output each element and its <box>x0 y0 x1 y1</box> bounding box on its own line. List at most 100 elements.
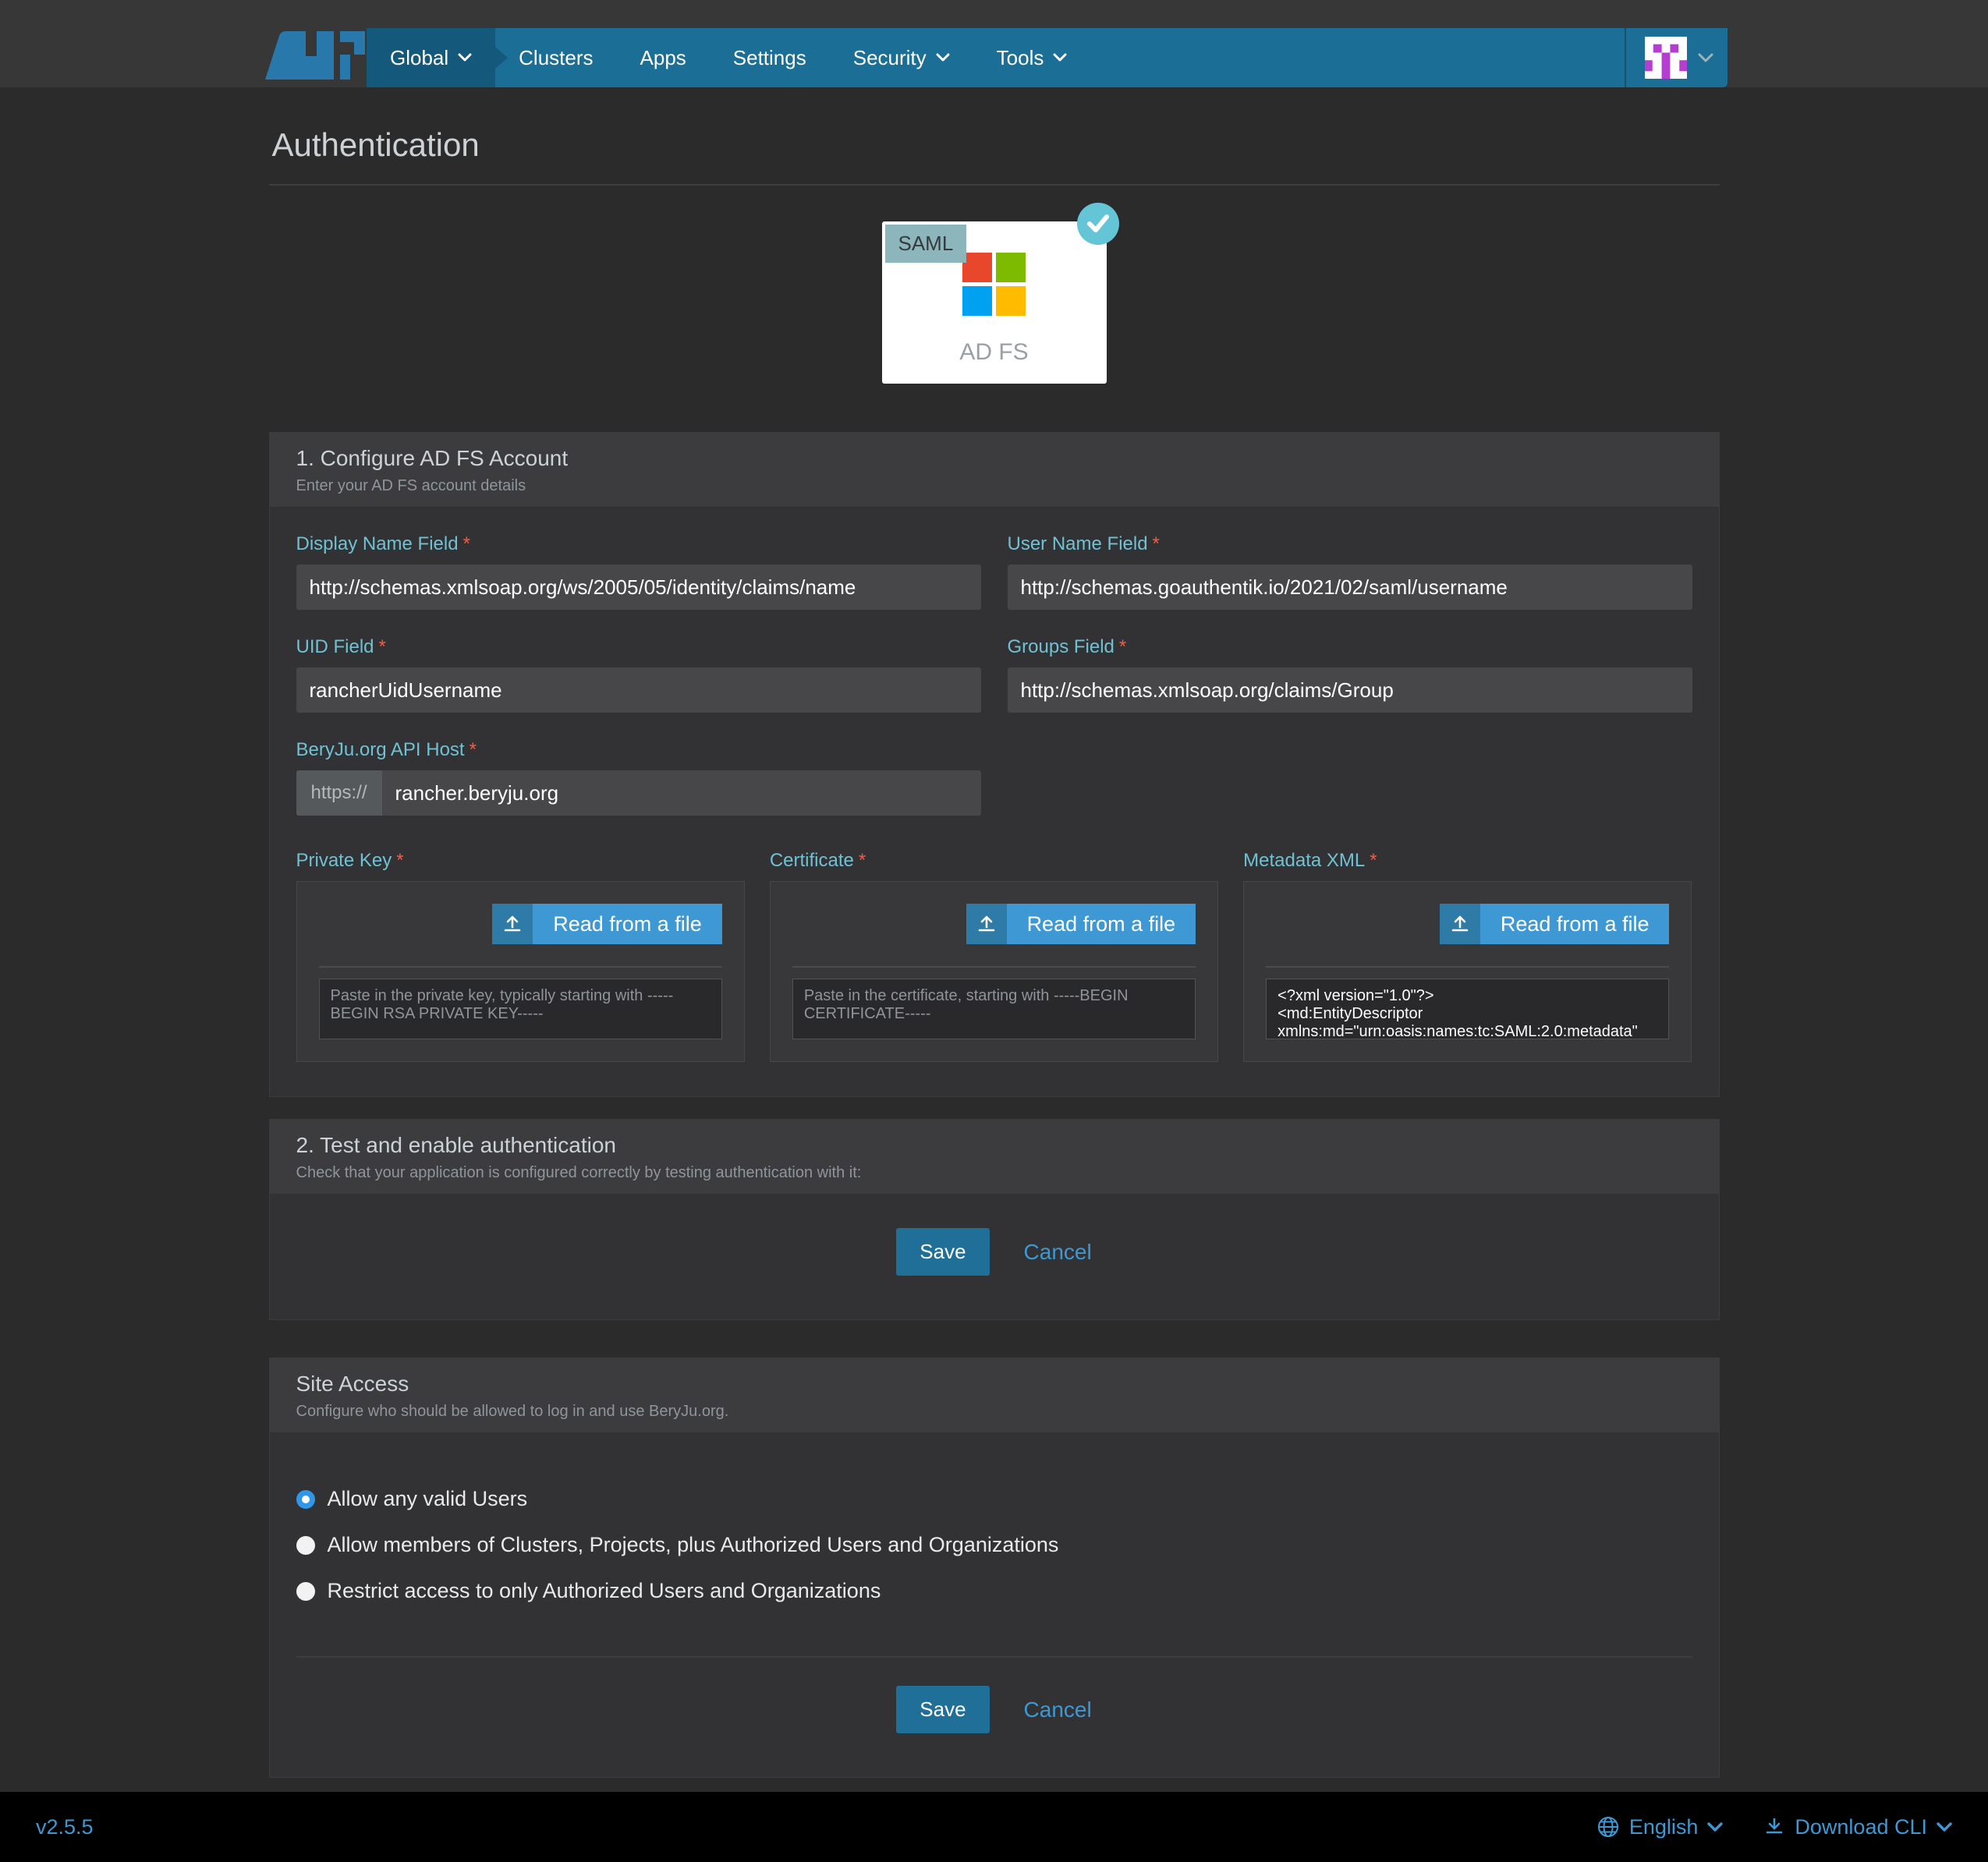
main-navbar: Global Clusters Apps Settings Security T… <box>367 28 1728 87</box>
form-row-2: UID Field* Groups Field* <box>296 636 1692 713</box>
language-label: English <box>1629 1815 1699 1839</box>
upload-icon <box>966 904 1007 944</box>
rancher-logo-icon[interactable] <box>262 28 379 84</box>
save-button[interactable]: Save <box>896 1686 989 1733</box>
radio-label: Restrict access to only Authorized Users… <box>328 1579 881 1603</box>
metadata-xml-box: Read from a file <?xml version="1.0"?> <… <box>1243 881 1692 1062</box>
section-configure-panel: 1. Configure AD FS Account Enter your AD… <box>269 432 1720 1097</box>
radio-label: Allow members of Clusters, Projects, plu… <box>328 1533 1059 1557</box>
section-test-header: 2. Test and enable authentication Check … <box>270 1120 1719 1194</box>
download-icon <box>1763 1816 1785 1838</box>
required-marker: * <box>1370 850 1377 871</box>
certificate-textarea[interactable] <box>792 979 1196 1039</box>
user-menu[interactable] <box>1625 28 1728 87</box>
ms-square-red <box>962 253 992 282</box>
nav-item-label: Settings <box>733 46 806 70</box>
section-subtitle: Configure who should be allowed to log i… <box>296 1403 1692 1421</box>
site-access-body: Allow any valid Users Allow members of C… <box>270 1432 1719 1658</box>
radio-allow-any-valid-users[interactable]: Allow any valid Users <box>296 1487 1692 1511</box>
cancel-link[interactable]: Cancel <box>1024 1697 1092 1722</box>
protocol-prefix-addon: https:// <box>296 770 382 816</box>
radio-allow-members-clusters-projects[interactable]: Allow members of Clusters, Projects, plu… <box>296 1533 1692 1557</box>
test-actions-row: Save Cancel <box>270 1194 1719 1319</box>
nav-item-security[interactable]: Security <box>830 28 973 87</box>
chevron-down-icon <box>1698 53 1713 63</box>
site-access-options: Allow any valid Users Allow members of C… <box>296 1459 1692 1628</box>
api-host-input[interactable] <box>382 770 981 816</box>
certificate-read-file-button[interactable]: Read from a file <box>966 904 1196 944</box>
radio-button[interactable] <box>296 1582 315 1601</box>
chevron-down-icon <box>1707 1822 1723 1832</box>
field-user-name: User Name Field* <box>1008 533 1692 610</box>
cancel-link[interactable]: Cancel <box>1024 1240 1092 1265</box>
required-marker: * <box>463 533 470 554</box>
active-tab-arrow <box>495 47 508 69</box>
form-row-1: Display Name Field* User Name Field* <box>296 533 1692 610</box>
upload-private-key: Private Key* Read from a file <box>296 850 745 1062</box>
user-avatar-identicon <box>1645 37 1687 79</box>
metadata-xml-textarea[interactable]: <?xml version="1.0"?> <md:EntityDescript… <box>1266 979 1669 1039</box>
selected-check-icon <box>1077 203 1119 245</box>
required-marker: * <box>1153 533 1160 554</box>
upload-divider <box>792 966 1196 968</box>
section-subtitle: Check that your application is configure… <box>296 1164 1692 1182</box>
private-key-read-file-button[interactable]: Read from a file <box>492 904 722 944</box>
nav-item-global[interactable]: Global <box>367 28 495 87</box>
save-button[interactable]: Save <box>896 1228 989 1276</box>
provider-card-zone: SAML AD FS <box>269 186 1720 432</box>
nav-item-tools[interactable]: Tools <box>973 28 1091 87</box>
display-name-field-input[interactable] <box>296 565 981 610</box>
ms-square-green <box>996 253 1026 282</box>
saml-badge: SAML <box>885 225 967 263</box>
read-file-button-label: Read from a file <box>1007 904 1196 944</box>
uid-field-input[interactable] <box>296 667 981 713</box>
field-label: Private Key* <box>296 850 745 872</box>
section-configure-body: Display Name Field* User Name Field* UID… <box>270 507 1719 1096</box>
field-label: Display Name Field* <box>296 533 981 555</box>
read-file-button-label: Read from a file <box>1480 904 1670 944</box>
radio-restrict-authorized-only[interactable]: Restrict access to only Authorized Users… <box>296 1579 1692 1603</box>
chevron-down-icon <box>1053 53 1067 62</box>
globe-icon <box>1596 1815 1620 1839</box>
groups-field-input[interactable] <box>1008 667 1692 713</box>
private-key-textarea[interactable] <box>319 979 722 1039</box>
nav-item-label: Global <box>390 46 448 70</box>
field-label: UID Field* <box>296 636 981 658</box>
section-test-panel: 2. Test and enable authentication Check … <box>269 1119 1720 1320</box>
section-title: 1. Configure AD FS Account <box>296 446 1692 471</box>
upload-divider <box>319 966 722 968</box>
upload-certificate: Certificate* Read from a file <box>770 850 1218 1062</box>
nav-item-apps[interactable]: Apps <box>617 28 710 87</box>
nav-item-label: Clusters <box>519 46 593 70</box>
metadata-xml-read-file-button[interactable]: Read from a file <box>1440 904 1670 944</box>
nav-item-label: Security <box>853 46 927 70</box>
microsoft-logo-icon <box>962 253 1026 316</box>
provider-card-adfs[interactable]: SAML AD FS <box>882 221 1107 384</box>
field-label: Metadata XML* <box>1243 850 1692 872</box>
nav-item-clusters[interactable]: Clusters <box>495 28 616 87</box>
radio-button[interactable] <box>296 1536 315 1555</box>
field-groups: Groups Field* <box>1008 636 1692 713</box>
upload-icon <box>492 904 533 944</box>
required-marker: * <box>470 739 477 760</box>
chevron-down-icon <box>1937 1822 1952 1832</box>
provider-name: AD FS <box>882 339 1107 366</box>
download-cli-menu[interactable]: Download CLI <box>1763 1815 1952 1839</box>
required-marker: * <box>379 636 386 657</box>
section-title: 2. Test and enable authentication <box>296 1133 1692 1158</box>
radio-label: Allow any valid Users <box>328 1487 528 1511</box>
section-subtitle: Enter your AD FS account details <box>296 477 1692 495</box>
footer-links: English Download CLI <box>1596 1815 1952 1839</box>
top-header: Global Clusters Apps Settings Security T… <box>0 0 1988 87</box>
user-name-field-input[interactable] <box>1008 565 1692 610</box>
nav-item-label: Tools <box>997 46 1044 70</box>
required-marker: * <box>1119 636 1126 657</box>
api-host-input-group: https:// <box>296 770 981 816</box>
field-label: User Name Field* <box>1008 533 1692 555</box>
language-selector[interactable]: English <box>1596 1815 1724 1839</box>
radio-button-selected[interactable] <box>296 1490 315 1509</box>
nav-item-settings[interactable]: Settings <box>710 28 830 87</box>
site-access-panel: Site Access Configure who should be allo… <box>269 1358 1720 1778</box>
section-configure-header: 1. Configure AD FS Account Enter your AD… <box>270 433 1719 507</box>
download-cli-label: Download CLI <box>1795 1815 1927 1839</box>
